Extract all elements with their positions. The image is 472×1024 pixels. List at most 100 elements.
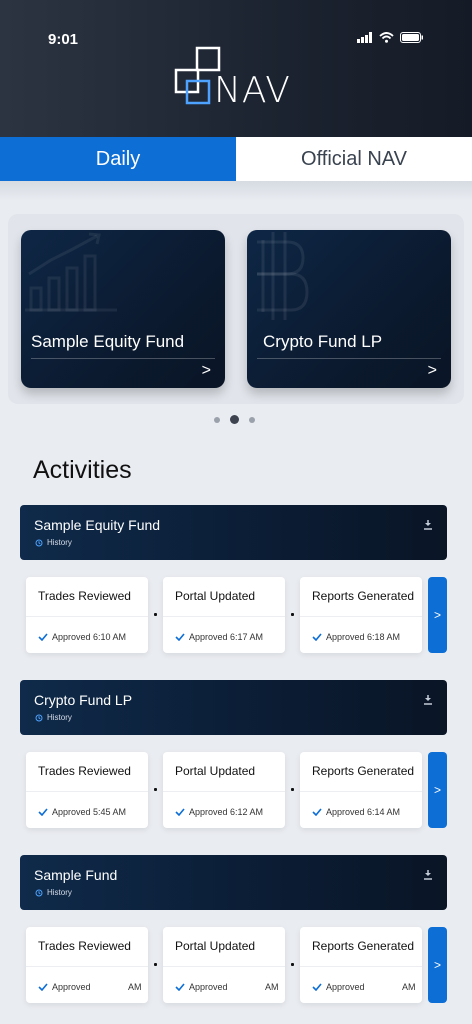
tab-official-nav[interactable]: Official NAV: [236, 137, 472, 181]
step-status: Approved 5:45 AM: [38, 807, 126, 817]
activity-step-card[interactable]: Trades Reviewed Approved AM: [26, 927, 148, 1003]
battery-icon: [400, 32, 423, 43]
step-status-suffix: AM: [402, 982, 416, 992]
history-link[interactable]: History: [35, 888, 72, 897]
history-label: History: [47, 713, 72, 722]
activity-fund-name: Sample Fund: [34, 867, 118, 883]
pager-dot-active[interactable]: [230, 415, 239, 424]
step-status: Approved AM: [38, 982, 142, 992]
step-separator: [291, 613, 294, 616]
chevron-right-icon: >: [433, 608, 441, 622]
step-divider: [163, 791, 285, 792]
activity-go-button[interactable]: >: [428, 927, 447, 1003]
chevron-right-icon: >: [433, 958, 441, 972]
step-divider: [26, 791, 148, 792]
activity-fund-header[interactable]: Crypto Fund LP History: [20, 680, 447, 735]
download-icon[interactable]: [423, 694, 433, 705]
activity-step-card[interactable]: Trades Reviewed Approved 6:10 AM: [26, 577, 148, 653]
download-icon[interactable]: [423, 519, 433, 530]
history-label: History: [47, 538, 72, 547]
step-status-text: Approved 5:45 AM: [52, 807, 127, 817]
step-status-text: Approved: [52, 982, 91, 992]
step-separator: [154, 788, 157, 791]
fund-card-divider: [31, 358, 215, 359]
step-divider: [163, 616, 285, 617]
step-status: Approved 6:10 AM: [38, 632, 126, 642]
fund-card-sample-equity[interactable]: Sample Equity Fund >: [21, 230, 225, 388]
activity-step-card[interactable]: Portal Updated Approved AM: [163, 927, 285, 1003]
step-status-text: Approved 6:12 AM: [189, 807, 264, 817]
step-label: Portal Updated: [175, 764, 256, 778]
check-icon: [38, 633, 48, 641]
pager-dot[interactable]: [214, 416, 220, 423]
history-link[interactable]: History: [35, 713, 72, 722]
step-separator: [291, 788, 294, 791]
step-status-text: Approved 6:17 AM: [189, 632, 264, 642]
check-icon: [38, 983, 48, 991]
activity-step-card[interactable]: Trades Reviewed Approved 5:45 AM: [26, 752, 148, 828]
step-divider: [300, 966, 422, 967]
activity-step-card[interactable]: Reports Generated Approved 6:14 AM: [300, 752, 422, 828]
step-status-text: Approved 6:14 AM: [326, 807, 401, 817]
step-divider: [300, 616, 422, 617]
bitcoin-icon: [257, 232, 309, 320]
fund-card-divider: [257, 358, 441, 359]
step-label: Portal Updated: [175, 939, 256, 953]
pager-dot[interactable]: [249, 416, 255, 423]
activity-step-card[interactable]: Portal Updated Approved 6:17 AM: [163, 577, 285, 653]
wifi-icon: [379, 32, 394, 43]
step-divider: [26, 966, 148, 967]
activity-step-card[interactable]: Reports Generated Approved AM: [300, 927, 422, 1003]
activity-go-button[interactable]: >: [428, 752, 447, 828]
chevron-right-icon[interactable]: >: [428, 362, 437, 380]
step-label: Trades Reviewed: [38, 764, 131, 778]
check-icon: [312, 808, 322, 816]
logo-text: NAV: [214, 70, 291, 111]
check-icon: [175, 633, 185, 641]
check-icon: [175, 808, 185, 816]
status-time: 9:01: [48, 31, 79, 48]
download-icon[interactable]: [423, 869, 433, 880]
step-separator: [154, 613, 157, 616]
step-status-text: Approved 6:18 AM: [326, 632, 401, 642]
step-label: Trades Reviewed: [38, 939, 131, 953]
step-status: Approved 6:18 AM: [312, 632, 400, 642]
history-icon: [35, 539, 43, 546]
chevron-right-icon: >: [433, 783, 441, 797]
step-status-text: Approved 6:10 AM: [52, 632, 127, 642]
step-label: Portal Updated: [175, 589, 256, 603]
tabs-shadow: [0, 181, 472, 201]
step-label: Reports Generated: [312, 764, 415, 778]
step-status: Approved 6:17 AM: [175, 632, 263, 642]
step-status-suffix: AM: [128, 982, 142, 992]
step-status-suffix: AM: [265, 982, 279, 992]
step-divider: [300, 791, 422, 792]
fund-card-name: Sample Equity Fund: [31, 332, 185, 351]
chevron-right-icon[interactable]: >: [202, 362, 211, 380]
activity-fund-header[interactable]: Sample Fund History: [20, 855, 447, 910]
step-status-text: Approved: [326, 982, 365, 992]
check-icon: [38, 808, 48, 816]
history-icon: [35, 889, 43, 896]
step-label: Reports Generated: [312, 589, 415, 603]
tab-daily[interactable]: Daily: [0, 137, 236, 181]
history-link[interactable]: History: [35, 538, 72, 547]
step-label: Trades Reviewed: [38, 589, 131, 603]
fund-card-name: Crypto Fund LP: [263, 332, 383, 351]
history-icon: [35, 714, 43, 721]
activity-fund-name: Crypto Fund LP: [34, 692, 133, 708]
step-divider: [26, 616, 148, 617]
step-separator: [291, 963, 294, 966]
activity-step-card[interactable]: Portal Updated Approved 6:12 AM: [163, 752, 285, 828]
step-label: Reports Generated: [312, 939, 415, 953]
activity-step-card[interactable]: Reports Generated Approved 6:18 AM: [300, 577, 422, 653]
fund-card-crypto[interactable]: Crypto Fund LP >: [247, 230, 451, 388]
activity-go-button[interactable]: >: [428, 577, 447, 653]
view-tabs: Daily Official NAV: [0, 137, 472, 181]
step-status: Approved 6:12 AM: [175, 807, 263, 817]
history-label: History: [47, 888, 72, 897]
activity-fund-header[interactable]: Sample Equity Fund History: [20, 505, 447, 560]
status-icons: [357, 32, 424, 43]
step-status: Approved 6:14 AM: [312, 807, 400, 817]
check-icon: [175, 983, 185, 991]
